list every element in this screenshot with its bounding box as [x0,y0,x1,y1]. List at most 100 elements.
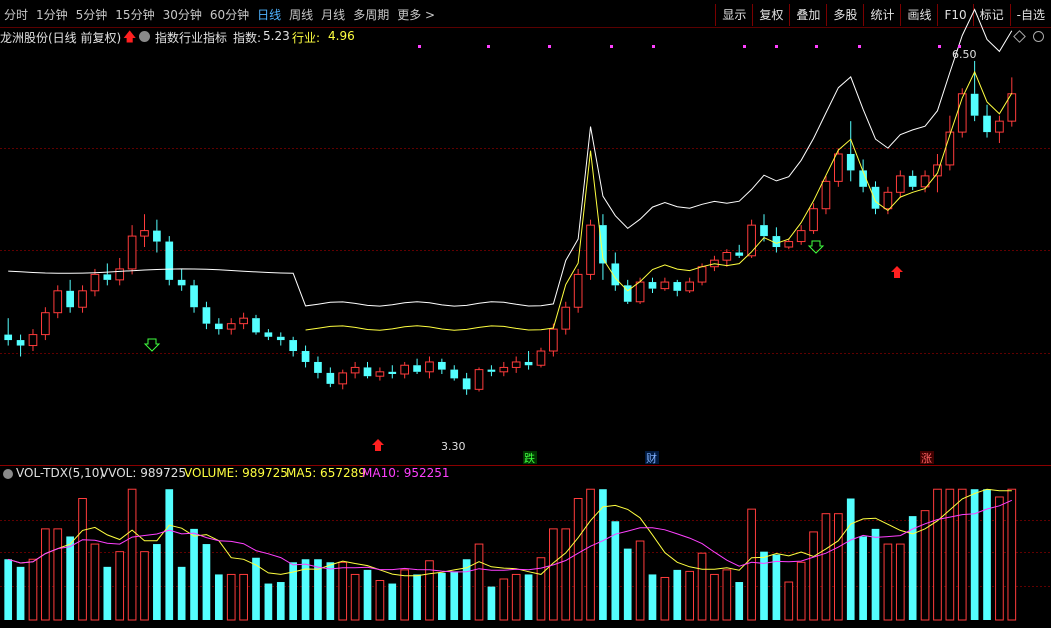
buy-arrow-icon-shape [891,266,903,278]
sell-arrow-icon-shape [807,240,825,254]
volume-bar [821,513,831,621]
volume-bar [239,573,248,621]
volume-bar [16,566,25,620]
candle [995,115,1004,144]
candle-body [177,279,186,286]
candle-body [90,273,100,292]
volume-bar [561,528,571,621]
index-line [8,8,1013,307]
candle-body [276,336,285,341]
buy-arrow-icon [891,266,903,278]
candle-body [127,235,137,270]
volume-title[interactable]: VOL-TDX(5,10) [16,466,104,480]
volume-bar [350,573,360,621]
volume-bar [673,569,682,620]
candle-body [957,93,967,133]
volume-bar [338,561,348,621]
candle-body [400,364,410,375]
volume-bar [710,573,719,621]
grid-lines [0,148,1051,587]
volume-bar [648,574,657,620]
candle-body [735,252,744,256]
candle-body [648,282,657,289]
candle [573,268,583,313]
candle [536,347,546,368]
candle-body [450,369,459,379]
candle [190,279,198,313]
candle [599,214,607,280]
candle [660,277,670,291]
volume-bar [809,531,818,621]
candle [673,279,682,297]
candle [735,244,744,258]
volume-bar [635,540,645,621]
volume-value: VOLUME: 989725 [184,466,288,480]
candle-body [301,351,310,362]
candle-body [784,241,794,248]
candle-body [796,230,806,243]
volume-bar [363,569,372,620]
candle-body [78,290,87,308]
volume-bar [957,488,967,621]
volume-bar [599,489,607,620]
candle [871,181,880,215]
candle-body [673,282,682,291]
volume-bar [908,516,917,620]
volume-bar [301,559,310,620]
volume-bar [487,586,496,620]
volume-bar [623,548,632,620]
volume-bar [549,528,558,621]
candle [499,361,509,377]
candle [239,312,248,330]
signal-dot [610,45,613,48]
volume-bars [4,488,1017,621]
event-tags: 跌 财 涨 [523,451,934,465]
industry-line [305,70,1013,331]
candle-body [760,225,768,237]
volume-menu-icon[interactable] [3,469,13,479]
candle [363,361,372,379]
signal-dot [418,45,421,48]
candle [846,121,855,182]
candle [177,268,186,291]
candle [28,329,38,352]
candle-body [970,93,979,116]
candle-body [549,328,558,352]
volume-bar [846,498,855,620]
volume-bar [1007,488,1017,621]
candle-body [487,369,496,372]
candle-body [4,334,13,341]
candle-body [326,372,335,384]
candle-body [834,153,843,182]
buy-arrow-icon-shape [372,439,384,451]
candle [970,60,979,122]
candle-body [66,290,74,308]
kline-chart[interactable]: 6.50 3.30 跌 财 涨 [0,0,1051,628]
candle [722,249,732,267]
volume-bar [450,571,459,620]
candle-body [933,164,942,177]
candle [895,170,905,198]
candle [462,372,471,395]
buy-arrow-icon [372,439,384,451]
signal-dot [743,45,746,48]
candle-body [561,306,571,330]
volume-bar [66,536,74,620]
candle-body [153,230,161,242]
candle-body [846,153,855,171]
candle-body [16,340,25,346]
volume-bar [41,528,50,621]
candle [586,219,595,280]
candle-body [239,317,248,325]
volume-bar [28,558,38,621]
candle-body [252,318,260,333]
candle-body [809,208,818,232]
volume-bar [276,582,285,620]
candle-body [573,273,583,308]
candle-body [338,372,348,385]
candle-body [722,252,732,261]
volume-bar [438,572,446,620]
volume-bar [4,559,13,620]
volume-bar [499,578,509,621]
candle-body [202,307,211,324]
